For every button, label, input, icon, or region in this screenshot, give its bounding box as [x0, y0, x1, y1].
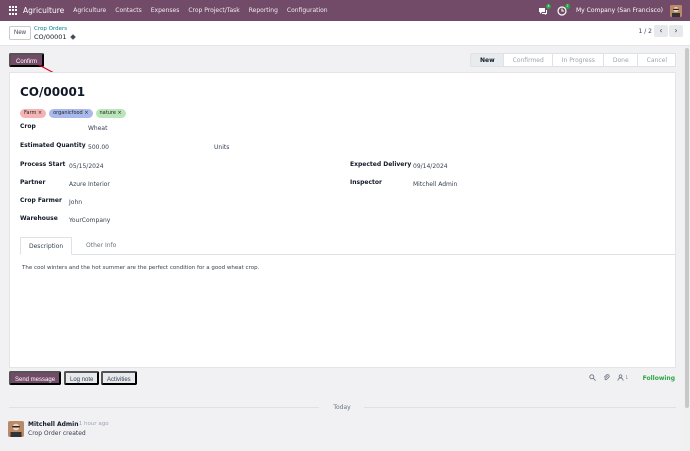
inspector-field[interactable]: Mitchell Admin	[413, 181, 457, 188]
activity-badge: 7	[565, 3, 570, 9]
divider	[364, 407, 676, 408]
tag-farm[interactable]: Farm ×	[20, 109, 47, 118]
activities-button[interactable]: Activities	[101, 371, 137, 385]
chevron-right-icon[interactable]: ›	[669, 25, 683, 37]
stage-cancel[interactable]: Cancel	[636, 53, 676, 67]
chevron-left-icon[interactable]: ‹	[654, 25, 668, 37]
inspector-label: Inspector	[350, 179, 382, 186]
top-navbar: Agriculture Agriculture Contacts Expense…	[0, 0, 690, 21]
crop-label: Crop	[20, 123, 36, 130]
breadcrumb-crop-orders[interactable]: Crop Orders	[34, 26, 67, 32]
message-body: Crop Order created	[28, 430, 86, 437]
gear-icon[interactable]	[69, 34, 76, 40]
send-message-button[interactable]: Send message	[9, 371, 62, 385]
chatter: Send message Log note Activities 1 Follo…	[0, 368, 690, 451]
chat-icon[interactable]: 4	[538, 3, 551, 16]
log-note-button[interactable]: Log note	[64, 371, 100, 385]
stage-done[interactable]: Done	[602, 53, 638, 67]
menu-configuration[interactable]: Configuration	[287, 7, 328, 14]
quantity-unit-field[interactable]: Units	[214, 144, 229, 151]
process-start-field[interactable]: 05/15/2024	[69, 163, 104, 170]
warehouse-label: Warehouse	[20, 215, 58, 222]
record-name: CO/00001	[34, 33, 67, 41]
record-title: CO/00001	[20, 85, 86, 99]
new-button[interactable]: New	[9, 26, 32, 40]
menu-expenses[interactable]: Expenses	[151, 7, 180, 14]
pager-value[interactable]: 1 / 2	[639, 28, 652, 35]
company-switcher[interactable]: My Company (San Francisco)	[576, 7, 663, 14]
stage-new[interactable]: New	[469, 53, 504, 67]
followers-icon[interactable]	[617, 374, 624, 381]
following-button[interactable]: Following	[643, 375, 675, 382]
breadcrumb-current: CO/00001	[34, 33, 76, 41]
menu-crop-project-task[interactable]: Crop Project/Task	[188, 7, 239, 14]
app-name[interactable]: Agriculture	[23, 6, 64, 15]
message-time: - 1 hour ago	[75, 421, 109, 427]
tag-nature[interactable]: nature ×	[95, 109, 126, 118]
expected-delivery-label: Expected Delivery	[350, 161, 412, 168]
tab-other-info[interactable]: Other Info	[78, 237, 124, 255]
user-avatar[interactable]	[670, 4, 682, 17]
crop-farmer-field[interactable]: John	[69, 199, 82, 206]
main-menu: Agriculture Contacts Expenses Crop Proje…	[73, 7, 336, 14]
status-bar: Confirm New Confirmed In Progress Done C…	[0, 46, 690, 72]
menu-agriculture[interactable]: Agriculture	[73, 7, 106, 14]
apps-menu-icon[interactable]	[9, 6, 18, 15]
chat-badge: 4	[546, 3, 551, 9]
message-author[interactable]: Mitchell Admin	[28, 421, 79, 428]
scrollbar-thumb[interactable]	[685, 48, 689, 408]
menu-reporting[interactable]: Reporting	[249, 7, 278, 14]
description-field[interactable]: The cool winters and the hot summer are …	[22, 265, 259, 271]
follower-count: 1	[625, 375, 628, 380]
activity-clock-icon[interactable]: 7	[557, 3, 570, 16]
crop-field[interactable]: Wheat	[88, 125, 107, 132]
stage-in-progress[interactable]: In Progress	[551, 53, 604, 67]
chatter-tools: 1	[582, 374, 628, 381]
message-avatar[interactable]	[8, 421, 24, 437]
tab-description[interactable]: Description	[20, 237, 73, 255]
estimated-quantity-label: Estimated Quantity	[20, 142, 86, 149]
crop-farmer-label: Crop Farmer	[20, 197, 62, 204]
partner-field[interactable]: Azure Interior	[69, 181, 110, 188]
paperclip-icon[interactable]	[603, 374, 610, 381]
search-icon[interactable]	[589, 374, 597, 381]
form-sheet: CO/00001 Farm × organicfood × nature × C…	[9, 72, 676, 368]
navbar-systray: 4 7 My Company (San Francisco)	[538, 0, 690, 21]
menu-contacts[interactable]: Contacts	[115, 7, 141, 14]
expected-delivery-field[interactable]: 09/14/2024	[413, 163, 448, 170]
process-start-label: Process Start	[20, 161, 66, 168]
estimated-quantity-field[interactable]: 500.00	[88, 144, 109, 151]
stage-pipeline: New Confirmed In Progress Done Cancel	[469, 53, 676, 67]
warehouse-field[interactable]: YourCompany	[69, 217, 110, 224]
notebook-tabs: Description Other Info	[20, 237, 676, 255]
stage-confirmed[interactable]: Confirmed	[502, 53, 553, 67]
partner-label: Partner	[20, 179, 46, 186]
control-panel: New Crop Orders CO/00001 1 / 2 ‹ ›	[0, 21, 690, 46]
tag-organicfood[interactable]: organicfood ×	[49, 109, 93, 118]
tags-field[interactable]: Farm × organicfood × nature ×	[20, 109, 129, 118]
